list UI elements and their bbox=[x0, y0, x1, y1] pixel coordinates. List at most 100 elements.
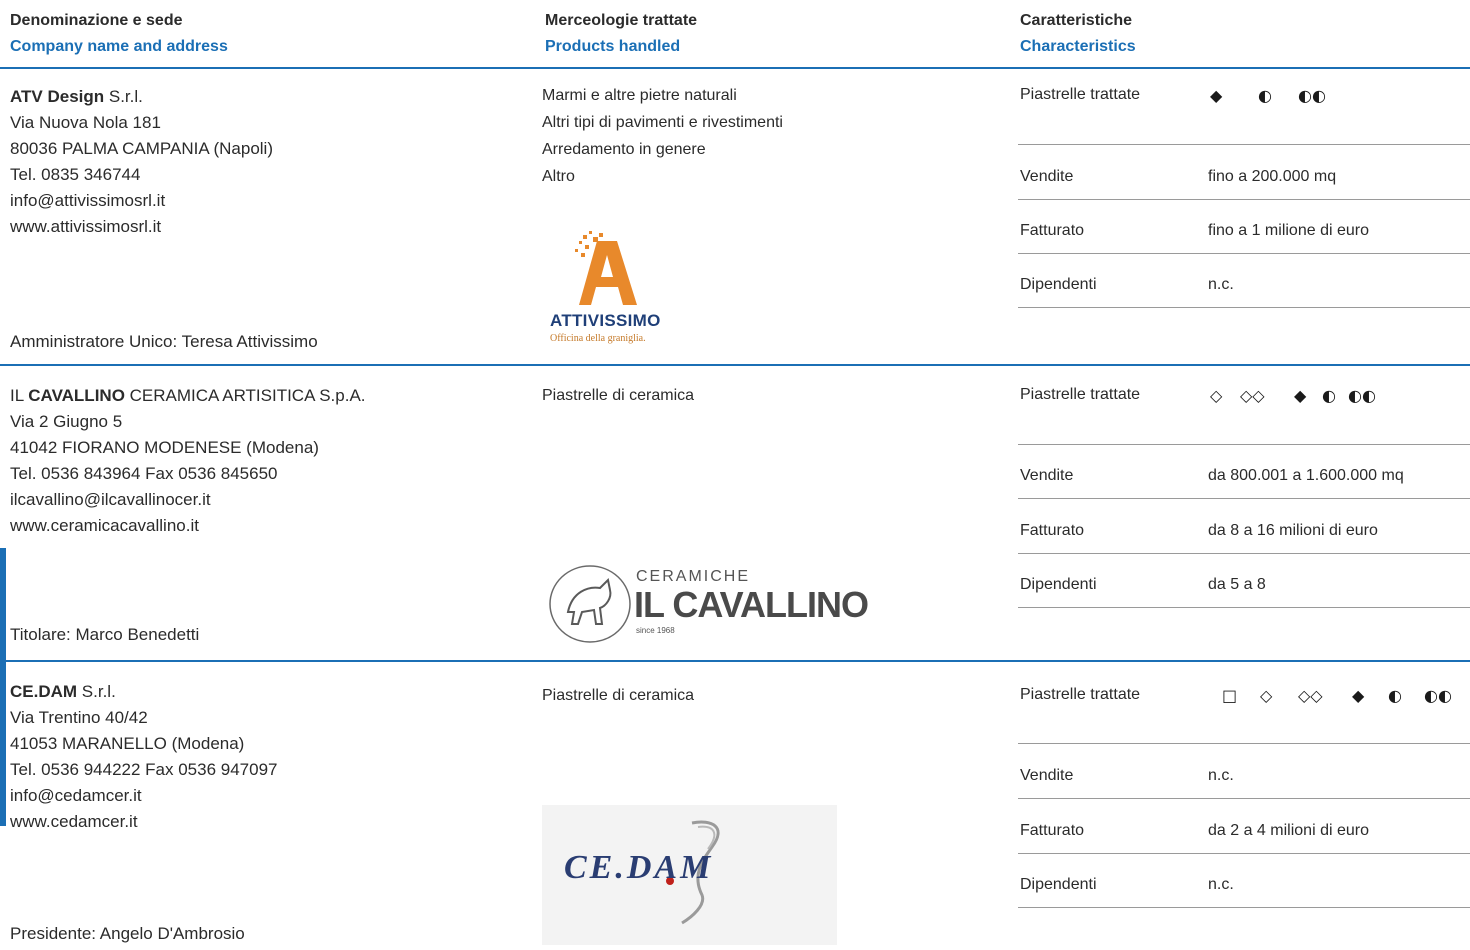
company-2-tile-symbol-5: ◐◐ bbox=[1348, 386, 1376, 405]
company-1-row-divider bbox=[1018, 199, 1470, 200]
cavallino-logo-main-text: IL CAVALLINO bbox=[634, 584, 869, 625]
company-2-street: Via 2 Giugno 5 bbox=[10, 412, 123, 431]
horse-emblem-icon bbox=[549, 565, 631, 643]
cavallino-logo-since-text: since 1968 bbox=[636, 626, 675, 635]
company-3-signatory: Presidente: Angelo D'Ambrosio bbox=[10, 924, 245, 943]
company-3-sales-label: Vendite bbox=[1020, 767, 1074, 784]
col-products-header-it: Merceologie trattate bbox=[545, 12, 698, 29]
company-divider bbox=[0, 660, 1470, 662]
company-3-address-block: CE.DAM S.r.l. Via Trentino 40/42 41053 M… bbox=[10, 679, 278, 835]
company-1-employees-value: n.c. bbox=[1208, 276, 1234, 293]
company-3-email[interactable]: info@cedamcer.it bbox=[10, 783, 278, 809]
company-1-row-divider bbox=[1018, 307, 1470, 308]
product-item: Altri tipi di pavimenti e rivestimenti bbox=[542, 114, 783, 131]
company-1-sales-value: fino a 200.000 mq bbox=[1208, 168, 1337, 185]
company-2-name: IL CAVALLINO CERAMICA ARTISITICA S.p.A. bbox=[10, 386, 366, 405]
product-item: Arredamento in genere bbox=[542, 141, 706, 158]
company-3-sales-value: n.c. bbox=[1208, 767, 1234, 784]
company-3-tile-symbol-3: ◇◇ bbox=[1298, 686, 1323, 705]
company-1-address-block: ATV Design S.r.l. Via Nuova Nola 181 800… bbox=[10, 84, 273, 240]
company-2-tile-symbol-4: ◐ bbox=[1322, 386, 1336, 405]
attivissimo-logo-subtitle: Officina della graniglia. bbox=[550, 333, 646, 344]
company-3-street: Via Trentino 40/42 bbox=[10, 708, 148, 727]
company-1-name: ATV Design S.r.l. bbox=[10, 87, 143, 106]
company-2-sales-label: Vendite bbox=[1020, 467, 1074, 484]
company-2-email[interactable]: ilcavallino@ilcavallinocer.it bbox=[10, 487, 366, 513]
cedam-logo: CE.DAM bbox=[542, 805, 837, 945]
cedam-logo-text: CE.DAM bbox=[564, 849, 714, 886]
company-3-tile-symbol-1: □ bbox=[1222, 686, 1238, 705]
product-item: Piastrelle di ceramica bbox=[542, 387, 695, 404]
company-3-row-divider bbox=[1018, 798, 1470, 799]
company-1-city: 80036 PALMA CAMPANIA (Napoli) bbox=[10, 139, 273, 158]
company-1-row-divider bbox=[1018, 144, 1470, 145]
company-1-employees-label: Dipendenti bbox=[1020, 276, 1097, 293]
company-3-employees-label: Dipendenti bbox=[1020, 876, 1097, 893]
company-3-website[interactable]: www.cedamcer.it bbox=[10, 809, 278, 835]
company-2-sales-value: da 800.001 a 1.600.000 mq bbox=[1208, 467, 1404, 484]
company-2-tiles-label: Piastrelle trattate bbox=[1020, 386, 1141, 403]
company-2-tile-symbol-3: ◆ bbox=[1294, 386, 1307, 405]
company-3-tile-symbol-2: ◇ bbox=[1260, 686, 1273, 705]
company-2-row-divider bbox=[1018, 553, 1470, 554]
company-1-tile-symbol-2: ◐ bbox=[1258, 86, 1272, 105]
company-3-row-divider bbox=[1018, 907, 1470, 908]
company-1-tile-symbol-3: ◐◐ bbox=[1298, 86, 1326, 105]
company-1-sales-label: Vendite bbox=[1020, 168, 1074, 185]
attivissimo-logo-mark bbox=[575, 231, 637, 305]
col-company-header-en: Company name and address bbox=[10, 38, 228, 55]
col-characteristics-header-it: Caratteristiche bbox=[1020, 12, 1133, 29]
company-1-turnover-value: fino a 1 milione di euro bbox=[1208, 222, 1369, 239]
product-item: Marmi e altre pietre naturali bbox=[542, 87, 737, 104]
attivissimo-logo: ATTIVISSIMO Officina della graniglia. bbox=[545, 225, 695, 350]
company-2-turnover-label: Fatturato bbox=[1020, 522, 1085, 539]
company-3-turnover-value: da 2 a 4 milioni di euro bbox=[1208, 822, 1369, 839]
attivissimo-logo-text: ATTIVISSIMO bbox=[550, 311, 661, 330]
company-2-row-divider bbox=[1018, 498, 1470, 499]
company-3-turnover-label: Fatturato bbox=[1020, 822, 1085, 839]
company-2-website[interactable]: www.ceramicacavallino.it bbox=[10, 513, 366, 539]
company-1-website[interactable]: www.attivissimosrl.it bbox=[10, 214, 273, 240]
company-1-signatory: Amministratore Unico: Teresa Attivissimo bbox=[10, 332, 318, 351]
header-divider bbox=[0, 67, 1470, 69]
company-divider bbox=[0, 364, 1470, 366]
company-2-row-divider bbox=[1018, 607, 1470, 608]
company-1-email[interactable]: info@attivissimosrl.it bbox=[10, 188, 273, 214]
company-3-row-divider bbox=[1018, 743, 1470, 744]
company-2-employees-label: Dipendenti bbox=[1020, 576, 1097, 593]
company-1-tiles-label: Piastrelle trattate bbox=[1020, 86, 1141, 103]
company-2-phone: Tel. 0536 843964 Fax 0536 845650 bbox=[10, 464, 278, 483]
company-2-products: Piastrelle di ceramica bbox=[542, 382, 694, 409]
company-2-signatory: Titolare: Marco Benedetti bbox=[10, 625, 200, 644]
company-3-row-divider bbox=[1018, 853, 1470, 854]
il-cavallino-logo: CERAMICHE IL CAVALLINO since 1968 bbox=[548, 562, 888, 644]
company-2-address-block: IL CAVALLINO CERAMICA ARTISITICA S.p.A. … bbox=[10, 383, 366, 539]
company-1-tile-symbol-1: ◆ bbox=[1210, 86, 1223, 105]
company-1-products: Marmi e altre pietre naturali Altri tipi… bbox=[542, 82, 783, 190]
company-2-tile-symbol-1: ◇ bbox=[1210, 386, 1223, 405]
company-3-name: CE.DAM S.r.l. bbox=[10, 682, 116, 701]
company-3-employees-value: n.c. bbox=[1208, 876, 1234, 893]
company-3-phone: Tel. 0536 944222 Fax 0536 947097 bbox=[10, 760, 278, 779]
company-1-phone: Tel. 0835 346744 bbox=[10, 165, 141, 184]
company-3-tile-symbol-6: ◐◐ bbox=[1424, 686, 1452, 705]
col-company-header-it: Denominazione e sede bbox=[10, 12, 183, 29]
company-3-tile-symbol-5: ◐ bbox=[1388, 686, 1402, 705]
company-3-tile-symbol-4: ◆ bbox=[1352, 686, 1365, 705]
product-item: Piastrelle di ceramica bbox=[542, 687, 695, 704]
col-characteristics-header-en: Characteristics bbox=[1020, 38, 1136, 55]
company-2-tile-symbol-2: ◇◇ bbox=[1240, 386, 1265, 405]
company-2-employees-value: da 5 a 8 bbox=[1208, 576, 1266, 593]
left-accent-bar bbox=[0, 548, 6, 826]
company-3-city: 41053 MARANELLO (Modena) bbox=[10, 734, 245, 753]
company-3-products: Piastrelle di ceramica bbox=[542, 682, 694, 709]
product-item: Altro bbox=[542, 168, 575, 185]
company-1-turnover-label: Fatturato bbox=[1020, 222, 1085, 239]
company-3-tiles-label: Piastrelle trattate bbox=[1020, 686, 1141, 703]
company-1-row-divider bbox=[1018, 253, 1470, 254]
company-1-street: Via Nuova Nola 181 bbox=[10, 113, 161, 132]
company-2-city: 41042 FIORANO MODENESE (Modena) bbox=[10, 438, 319, 457]
col-products-header-en: Products handled bbox=[545, 38, 681, 55]
company-2-row-divider bbox=[1018, 444, 1470, 445]
company-2-turnover-value: da 8 a 16 milioni di euro bbox=[1208, 522, 1378, 539]
